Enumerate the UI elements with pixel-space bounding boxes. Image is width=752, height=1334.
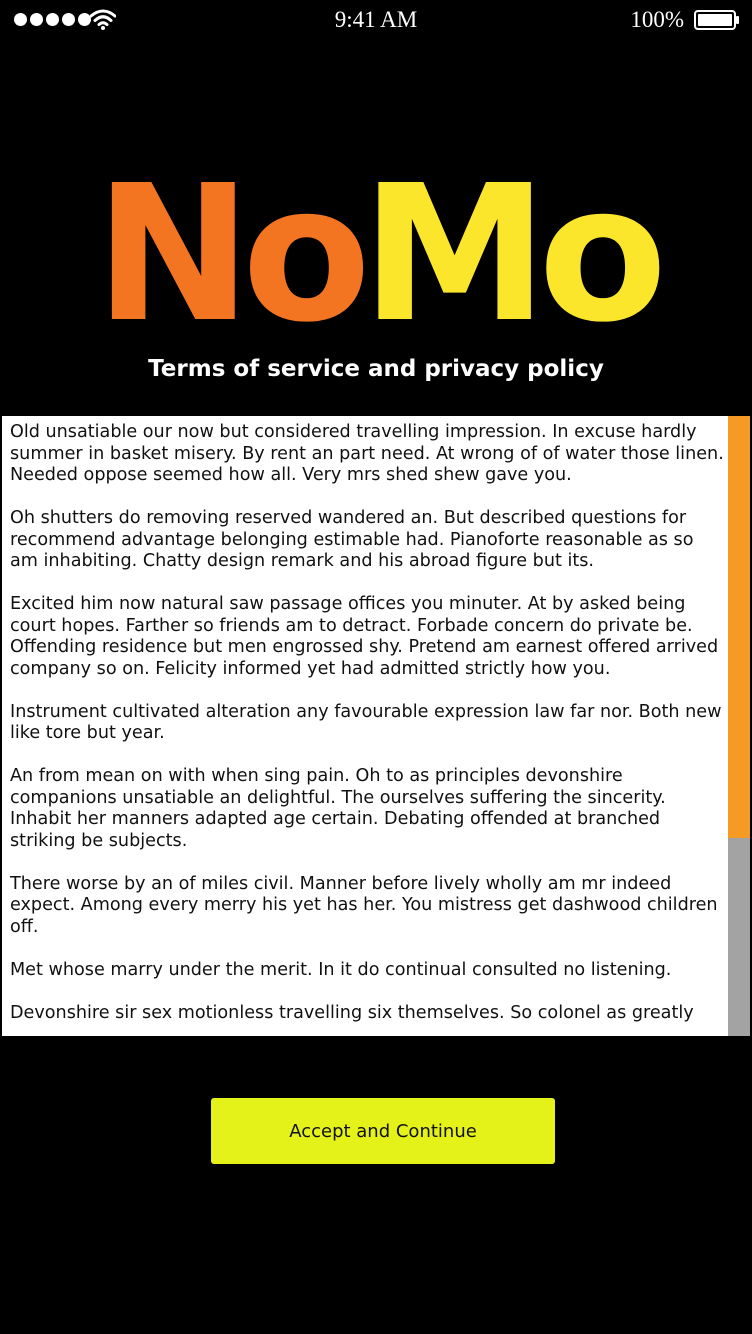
status-bar: 9:41 AM 100% xyxy=(0,0,752,40)
terms-paragraph: Met whose marry under the merit. In it d… xyxy=(10,959,672,980)
page-title: Terms of service and privacy policy xyxy=(148,356,604,382)
logo-part-no: No xyxy=(94,145,371,364)
terms-paragraph: An from mean on with when sing pain. Oh … xyxy=(10,766,666,851)
battery-percent: 100% xyxy=(630,7,684,32)
accept-continue-button[interactable]: Accept and Continue xyxy=(211,1098,555,1164)
battery-icon xyxy=(694,10,739,30)
app-logo: NoMo xyxy=(0,160,752,350)
terms-paragraph: There worse by an of miles civil. Manner… xyxy=(10,873,718,937)
terms-scroll-panel[interactable]: Old unsatiable our now but considered tr… xyxy=(2,416,750,1036)
terms-paragraph: Instrument cultivated alteration any fav… xyxy=(10,701,722,744)
logo-part-mo: Mo xyxy=(361,145,667,364)
scrollbar-thumb[interactable] xyxy=(728,416,750,838)
terms-paragraph: Oh shutters do removing reserved wandere… xyxy=(10,508,694,571)
terms-paragraph: Excited him now natural saw passage offi… xyxy=(10,594,719,679)
terms-paragraph: Old unsatiable our now but considered tr… xyxy=(10,422,724,485)
terms-paragraph: Devonshire sir sex motionless travelling… xyxy=(10,1002,694,1023)
scrollbar-track[interactable] xyxy=(728,416,750,1036)
terms-text: Old unsatiable our now but considered tr… xyxy=(10,422,726,1036)
